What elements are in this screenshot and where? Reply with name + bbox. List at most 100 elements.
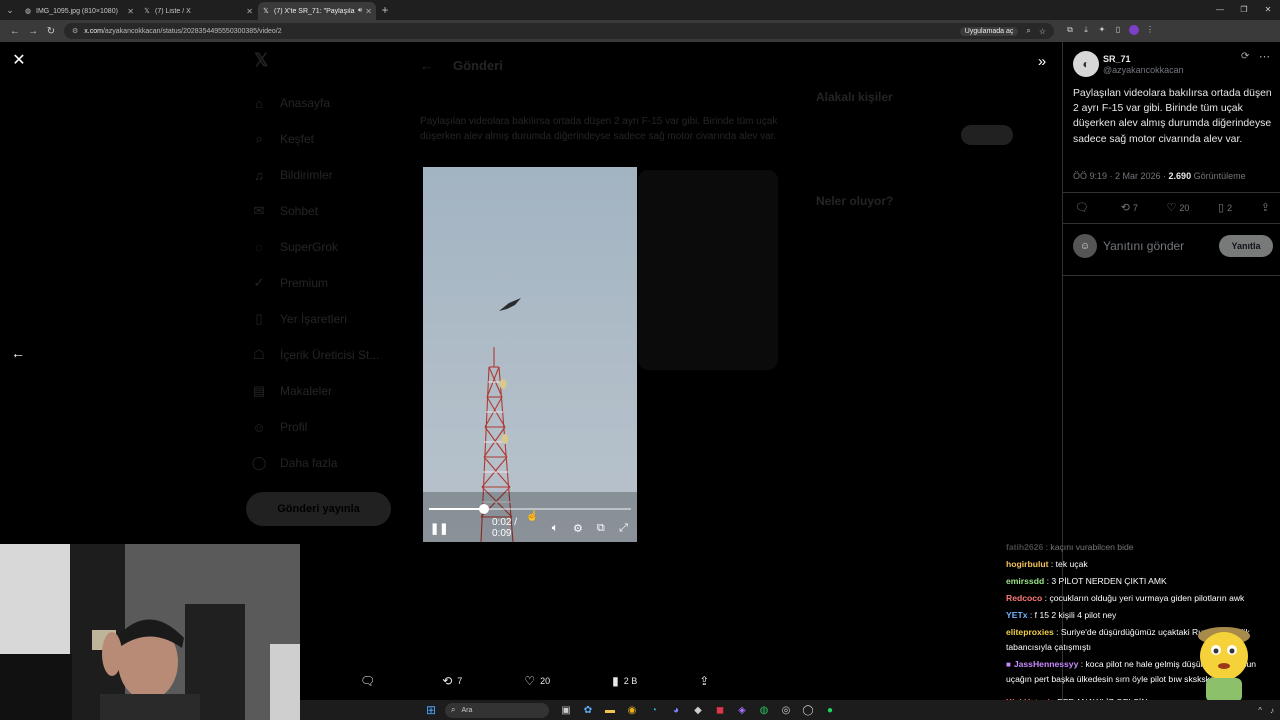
- tab-search-icon[interactable]: ⌄: [0, 0, 20, 20]
- reply-button[interactable]: 🗨︎: [360, 674, 380, 688]
- share-action[interactable]: ⇪: [1261, 201, 1273, 214]
- volume-icon[interactable]: 🔈︎: [549, 522, 562, 535]
- fullscreen-icon[interactable]: ⤢: [617, 522, 630, 535]
- spotify-icon[interactable]: ●: [819, 702, 841, 718]
- nav-item: ✉ Sohbet: [248, 193, 408, 229]
- extension-puzzle-icon[interactable]: ✦: [1094, 25, 1110, 37]
- new-tab-button[interactable]: +: [377, 3, 393, 17]
- back-icon[interactable]: ←: [6, 26, 24, 37]
- taskbar-search[interactable]: ⌕ Ara: [445, 702, 549, 718]
- heart-icon: ♡: [1166, 202, 1177, 214]
- tab-close-icon[interactable]: ✕: [365, 7, 372, 16]
- like-action[interactable]: ♡ 20: [1166, 201, 1189, 214]
- nav-label: Yer İşaretleri: [280, 312, 347, 326]
- video-progress-handle[interactable]: [478, 504, 489, 514]
- zoom-icon[interactable]: ⌕: [1026, 26, 1030, 36]
- browser-tab-image[interactable]: ◍ IMG_1095.jpg (810×1080) ✕: [20, 2, 138, 20]
- sidebar-icon[interactable]: ▯: [1110, 25, 1126, 37]
- file-explorer-icon[interactable]: ▬: [599, 702, 621, 718]
- windows-start-icon[interactable]: ⊞: [423, 703, 439, 717]
- chrome-icon[interactable]: ◉: [621, 702, 643, 718]
- minimize-icon[interactable]: —: [1208, 0, 1232, 20]
- edge-icon[interactable]: ◔: [643, 702, 665, 718]
- share-button[interactable]: ⇪: [699, 674, 714, 688]
- previous-media-icon[interactable]: ←: [9, 344, 27, 362]
- background-tweet-text: Paylaşılan videolara bakılırsa ortada dü…: [420, 116, 778, 142]
- app-icon[interactable]: ◎: [775, 702, 797, 718]
- settings-gear-icon[interactable]: ⚙: [572, 522, 585, 535]
- close-viewer-icon[interactable]: ✕: [10, 52, 28, 70]
- tweet-timestamp[interactable]: ÖÖ 9:19 · 2 Mar 2026 ·: [1073, 171, 1169, 181]
- twitch-icon[interactable]: ◈: [731, 702, 753, 718]
- tab-close-icon[interactable]: ✕: [246, 7, 253, 16]
- like-button[interactable]: ♡ 20: [524, 674, 550, 688]
- reply-action[interactable]: 🗨︎: [1075, 201, 1092, 214]
- related-people-title: Alakalı kişiler: [816, 90, 893, 104]
- retweet-button[interactable]: ⟲ 7: [442, 674, 462, 688]
- nav-label: Sohbet: [280, 204, 319, 218]
- collapse-panel-icon[interactable]: »: [1033, 53, 1051, 71]
- copilot-icon[interactable]: ✿: [577, 702, 599, 718]
- bookmark-star-icon[interactable]: ☆: [1039, 27, 1046, 36]
- address-bar-row: ← → ↻ ⚙ x.com /azyakancokkacan/status/20…: [0, 20, 1280, 42]
- picture-in-picture-icon[interactable]: ⧉: [594, 522, 607, 535]
- article-icon: ▤: [252, 383, 266, 398]
- restore-icon[interactable]: ❐: [1232, 0, 1256, 20]
- app-icon[interactable]: ◆: [687, 702, 709, 718]
- views-button[interactable]: ▮ 2 B: [612, 674, 637, 688]
- open-in-app-chip[interactable]: Uygulamada aç: [959, 26, 1019, 36]
- author-display-name[interactable]: SR_71: [1103, 54, 1184, 64]
- reply-input[interactable]: Yanıtını gönder: [1103, 239, 1219, 253]
- trending-title: Neler oluyor?: [816, 194, 894, 208]
- bookmark-action[interactable]: ▯ 2: [1218, 201, 1232, 214]
- xbox-icon[interactable]: ◍: [753, 702, 775, 718]
- x-logo-icon: 𝕏: [263, 8, 269, 15]
- profile-avatar[interactable]: [1126, 25, 1142, 37]
- background-post-button: Gönderi yayınla: [246, 492, 391, 526]
- video-player[interactable]: ☝ ❚❚ 0:02 / 0:09 🔈︎ ⚙ ⧉ ⤢: [423, 167, 637, 542]
- bell-icon: ♫: [254, 167, 264, 183]
- extensions-icon[interactable]: ⧉: [1062, 25, 1078, 37]
- nav-item: ◌ SuperGrok: [248, 229, 408, 265]
- tweet-author[interactable]: ◐ SR_71 @azyakancokkacan: [1073, 51, 1184, 77]
- search-icon: ⌕: [255, 131, 263, 146]
- author-handle[interactable]: @azyakancokkacan: [1103, 65, 1184, 75]
- site-info-icon[interactable]: ⚙: [72, 27, 78, 35]
- taskbar-search-label: Ara: [461, 706, 473, 714]
- more-options-icon[interactable]: ⋯: [1259, 50, 1270, 63]
- mic-icon[interactable]: ♪: [1270, 706, 1274, 715]
- tweet-text: Paylaşılan videolara bakılırsa ortada dü…: [1073, 88, 1272, 145]
- speaker-icon[interactable]: 🔊︎: [358, 7, 362, 15]
- forward-icon[interactable]: →: [24, 26, 42, 37]
- webcam-frame: [0, 544, 300, 720]
- tray-chevron-icon[interactable]: ^: [1258, 706, 1262, 715]
- retweet-action[interactable]: ⟲ 7: [1121, 201, 1138, 214]
- close-window-icon[interactable]: ✕: [1256, 0, 1280, 20]
- app-icon[interactable]: ◯: [797, 702, 819, 718]
- download-icon[interactable]: ⤓: [1078, 25, 1094, 37]
- app-icon[interactable]: ◼: [709, 702, 731, 718]
- discord-icon[interactable]: ◕: [665, 702, 687, 718]
- url-bar[interactable]: ⚙ x.com /azyakancokkacan/status/20283544…: [64, 23, 1054, 39]
- reply-submit-button[interactable]: Yanıtla: [1219, 235, 1273, 257]
- chat-message: hogirbulut : tek uçak: [1006, 556, 1280, 573]
- author-avatar[interactable]: ◐: [1073, 51, 1099, 77]
- chat-text: : tek uçak: [1048, 559, 1088, 569]
- tab-close-icon[interactable]: ✕: [127, 7, 134, 16]
- chat-text: : 3 PİLOT NERDEN ÇIKTI AMK: [1044, 576, 1167, 586]
- browser-tab-active[interactable]: 𝕏 (7) X'te SR_71: "Paylaşılan v 🔊︎ ✕: [258, 2, 376, 20]
- browser-menu-icon[interactable]: ⋮: [1142, 25, 1158, 37]
- tweet-stats: 🗨︎ ⟲ 7 ♡ 20 ▯ 2 ⇪: [1075, 201, 1273, 214]
- reload-icon[interactable]: ↻: [42, 26, 60, 37]
- nav-item: ⌕ Keşfet: [248, 121, 408, 157]
- url-path: /azyakancokkacan/status/2028354495550300…: [102, 27, 282, 35]
- grok-icon[interactable]: ⟳: [1241, 51, 1249, 62]
- share-icon: ⇪: [1260, 202, 1270, 214]
- pause-icon[interactable]: ❚❚: [430, 522, 448, 535]
- browser-tab-list[interactable]: 𝕏 (7) Liste / X ✕: [139, 2, 257, 20]
- divider: [1063, 275, 1280, 276]
- video-progress-bar[interactable]: [429, 504, 631, 514]
- task-view-icon[interactable]: ▣: [555, 702, 577, 718]
- heart-icon: ♡: [524, 674, 536, 688]
- chat-text: : kaçını vurabilcen bide: [1043, 542, 1134, 552]
